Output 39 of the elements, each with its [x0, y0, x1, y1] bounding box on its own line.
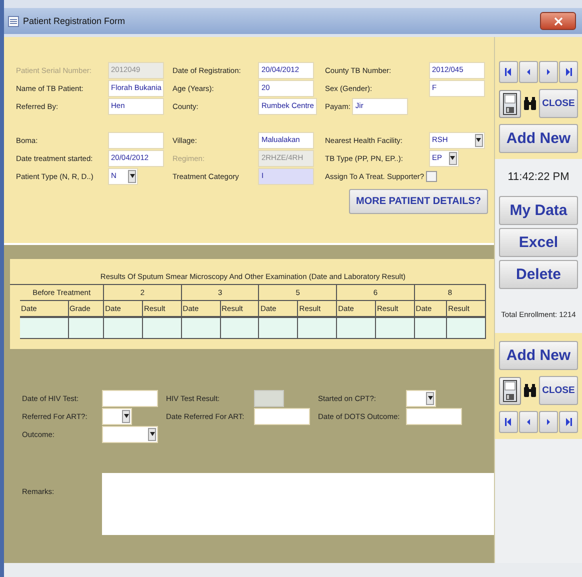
table-cell[interactable]: [68, 318, 104, 339]
table-cell[interactable]: [142, 318, 182, 339]
input-field[interactable]: [108, 132, 164, 148]
close-button[interactable]: CLOSE: [539, 89, 578, 118]
table-cell[interactable]: [20, 318, 69, 339]
input-field[interactable]: [254, 408, 310, 424]
table-cell[interactable]: [376, 318, 415, 339]
checkbox[interactable]: [426, 170, 438, 182]
first-record-icon[interactable]: [499, 411, 518, 433]
last-record-icon[interactable]: [559, 411, 578, 433]
close-button[interactable]: CLOSE: [539, 376, 578, 405]
table-cell[interactable]: [447, 318, 486, 339]
binoculars-icon[interactable]: [523, 384, 537, 398]
window-title: Patient Registration Form: [23, 16, 126, 26]
table-cell[interactable]: [104, 318, 143, 339]
table-cell[interactable]: [259, 318, 298, 339]
input-field[interactable]: [406, 408, 462, 424]
table-cell[interactable]: [182, 318, 221, 339]
clock-time: 11:42:22 PM: [508, 171, 570, 183]
remarks-field[interactable]: [102, 473, 494, 535]
dropdown-field[interactable]: [102, 426, 158, 442]
table-cell[interactable]: [220, 318, 260, 339]
last-record-icon[interactable]: [559, 61, 578, 83]
binoculars-icon[interactable]: [523, 96, 537, 110]
add-new-button[interactable]: Add New: [499, 341, 578, 370]
first-record-icon[interactable]: [499, 61, 518, 83]
dropdown-field[interactable]: [102, 408, 132, 424]
more-patient-details-button[interactable]: MORE PATIENT DETAILS?: [349, 189, 488, 214]
table-cell[interactable]: [298, 318, 338, 339]
dropdown-field[interactable]: [406, 390, 436, 406]
action-button[interactable]: Excel: [499, 228, 578, 257]
form-icon: [8, 16, 19, 26]
table-cell[interactable]: [337, 318, 376, 339]
input-field[interactable]: [102, 390, 158, 406]
add-new-button[interactable]: Add New: [499, 124, 578, 153]
action-button[interactable]: My Data: [499, 196, 578, 225]
close-icon[interactable]: [540, 12, 576, 30]
action-button[interactable]: Delete: [499, 260, 578, 289]
table-cell[interactable]: [414, 318, 448, 339]
